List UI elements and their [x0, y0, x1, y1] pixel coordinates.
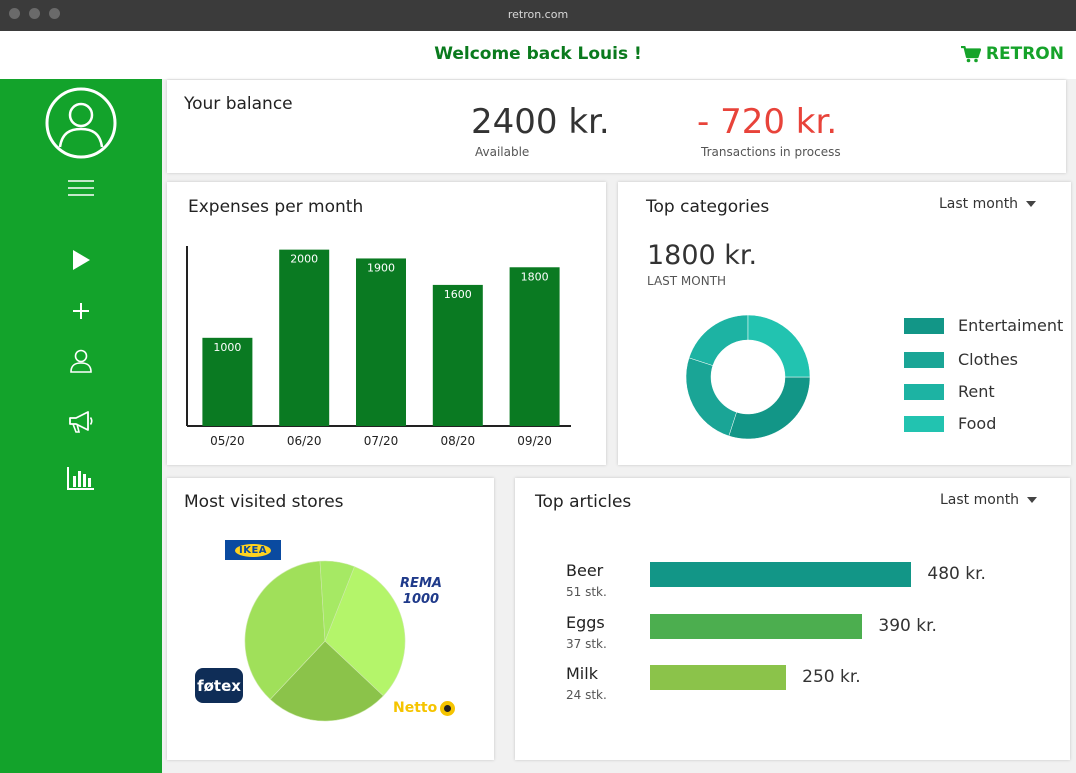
article-bar-eggs	[650, 614, 863, 639]
fotex-logo: føtex	[195, 668, 243, 703]
donut-slice-clothes	[685, 357, 737, 437]
bar-data-label: 1900	[367, 261, 395, 274]
legend-item-rent: Rent	[904, 382, 995, 401]
categories-amount: 1800 kr.	[647, 240, 758, 271]
brand-name: RETRON	[985, 44, 1064, 64]
donut-slice-rent	[688, 314, 749, 366]
legend-swatch	[904, 351, 944, 368]
netto-logo: Netto	[393, 700, 456, 716]
x-tick-label: 05/20	[210, 434, 245, 448]
article-quantity: 37 stk.	[566, 637, 607, 651]
bar-data-label: 2000	[290, 253, 318, 266]
articles-period-dropdown[interactable]: Last month	[940, 492, 1038, 508]
bar-data-label: 1800	[521, 270, 549, 283]
menu-icon	[68, 180, 94, 196]
legend-label: Entertaiment	[958, 316, 1064, 335]
balance-title: Your balance	[184, 94, 293, 114]
balance-card: Your balance 2400 kr. Available - 720 kr…	[167, 80, 1066, 173]
article-bar-milk	[650, 665, 787, 690]
nav-statistics[interactable]	[0, 466, 162, 490]
chevron-down-icon	[1026, 201, 1037, 207]
x-tick-label: 09/20	[517, 434, 552, 448]
articles-period-value: Last month	[940, 492, 1020, 508]
expenses-bar-chart: 1000 05/20 2000 06/20 1900 07/20 1600 08/20 1800…	[186, 246, 571, 448]
available-amount: 2400 kr.	[471, 102, 610, 142]
avatar-icon	[45, 87, 117, 159]
menu-button[interactable]	[0, 179, 162, 197]
article-quantity: 24 stk.	[566, 688, 607, 702]
stores-card: Most visited stores IKEA REMA 1000 føtex…	[167, 478, 494, 760]
article-name: Milk	[566, 664, 598, 683]
articles-card: Top articles Last month Beer 51 stk. 480 k…	[515, 478, 1070, 760]
user-icon	[70, 349, 92, 373]
stores-pie-chart	[244, 560, 406, 722]
legend-swatch	[904, 317, 944, 334]
legend-label: Food	[958, 414, 997, 433]
bar-data-label: 1600	[444, 288, 472, 301]
rema-1000-logo: REMA 1000	[400, 576, 442, 607]
bar-chart-icon	[67, 467, 94, 490]
bar-09-20	[509, 267, 560, 426]
available-label: Available	[475, 145, 530, 159]
legend-item-clothes: Clothes	[904, 350, 1018, 369]
bar-07-20	[356, 258, 406, 426]
netto-dog-icon	[440, 700, 456, 716]
sidebar	[0, 79, 162, 773]
article-value: 250 kr.	[802, 667, 861, 687]
categories-card: Top categories Last month 1800 kr. LAST …	[618, 182, 1071, 465]
articles-title: Top articles	[535, 492, 632, 512]
play-icon	[73, 250, 90, 270]
article-value: 390 kr.	[878, 616, 937, 636]
categories-donut-chart	[685, 314, 811, 440]
avatar[interactable]	[0, 87, 162, 159]
add-icon	[73, 303, 89, 319]
expenses-card: Expenses per month 1000 05/20 2000 06/20 190…	[167, 182, 606, 465]
legend-label: Rent	[958, 382, 995, 401]
article-quantity: 51 stk.	[566, 585, 607, 599]
legend-item-food: Food	[904, 414, 996, 433]
pending-amount: - 720 kr.	[697, 102, 838, 142]
article-bar-beer	[650, 562, 912, 587]
legend-swatch	[904, 383, 944, 400]
welcome-message: Welcome back Louis !	[434, 44, 642, 64]
donut-slice-entertaiment	[728, 376, 811, 440]
article-name: Beer	[566, 561, 604, 580]
bar-08-20	[432, 284, 483, 426]
nav-play[interactable]	[0, 249, 162, 271]
categories-period-dropdown[interactable]: Last month	[939, 196, 1037, 212]
brand-logo[interactable]: RETRON	[960, 44, 1064, 64]
bar-06-20	[279, 249, 330, 426]
article-name: Eggs	[566, 613, 605, 632]
browser-titlebar: retron.com	[0, 0, 1076, 31]
article-value: 480 kr.	[927, 564, 986, 584]
donut-slice-food	[747, 314, 811, 378]
megaphone-icon	[69, 411, 93, 433]
app-header: Welcome back Louis ! RETRON	[0, 31, 1076, 79]
legend-item-entertaiment: Entertaiment	[904, 316, 1063, 335]
categories-amount-label: LAST MONTH	[647, 274, 727, 288]
bar-data-label: 1000	[213, 341, 241, 354]
nav-campaigns[interactable]	[0, 410, 162, 434]
nav-add[interactable]	[0, 302, 162, 320]
categories-period-value: Last month	[939, 196, 1019, 212]
categories-title: Top categories	[646, 197, 770, 217]
legend-label: Clothes	[958, 350, 1018, 369]
x-tick-label: 07/20	[364, 434, 399, 448]
browser-url: retron.com	[507, 8, 569, 21]
ikea-logo: IKEA	[225, 540, 281, 560]
legend-swatch	[904, 415, 944, 432]
x-tick-label: 06/20	[287, 434, 322, 448]
shopping-cart-icon	[960, 45, 981, 62]
pending-label: Transactions in process	[701, 145, 841, 159]
nav-profile[interactable]	[0, 349, 162, 373]
chevron-down-icon	[1027, 497, 1038, 503]
x-tick-label: 08/20	[441, 434, 476, 448]
